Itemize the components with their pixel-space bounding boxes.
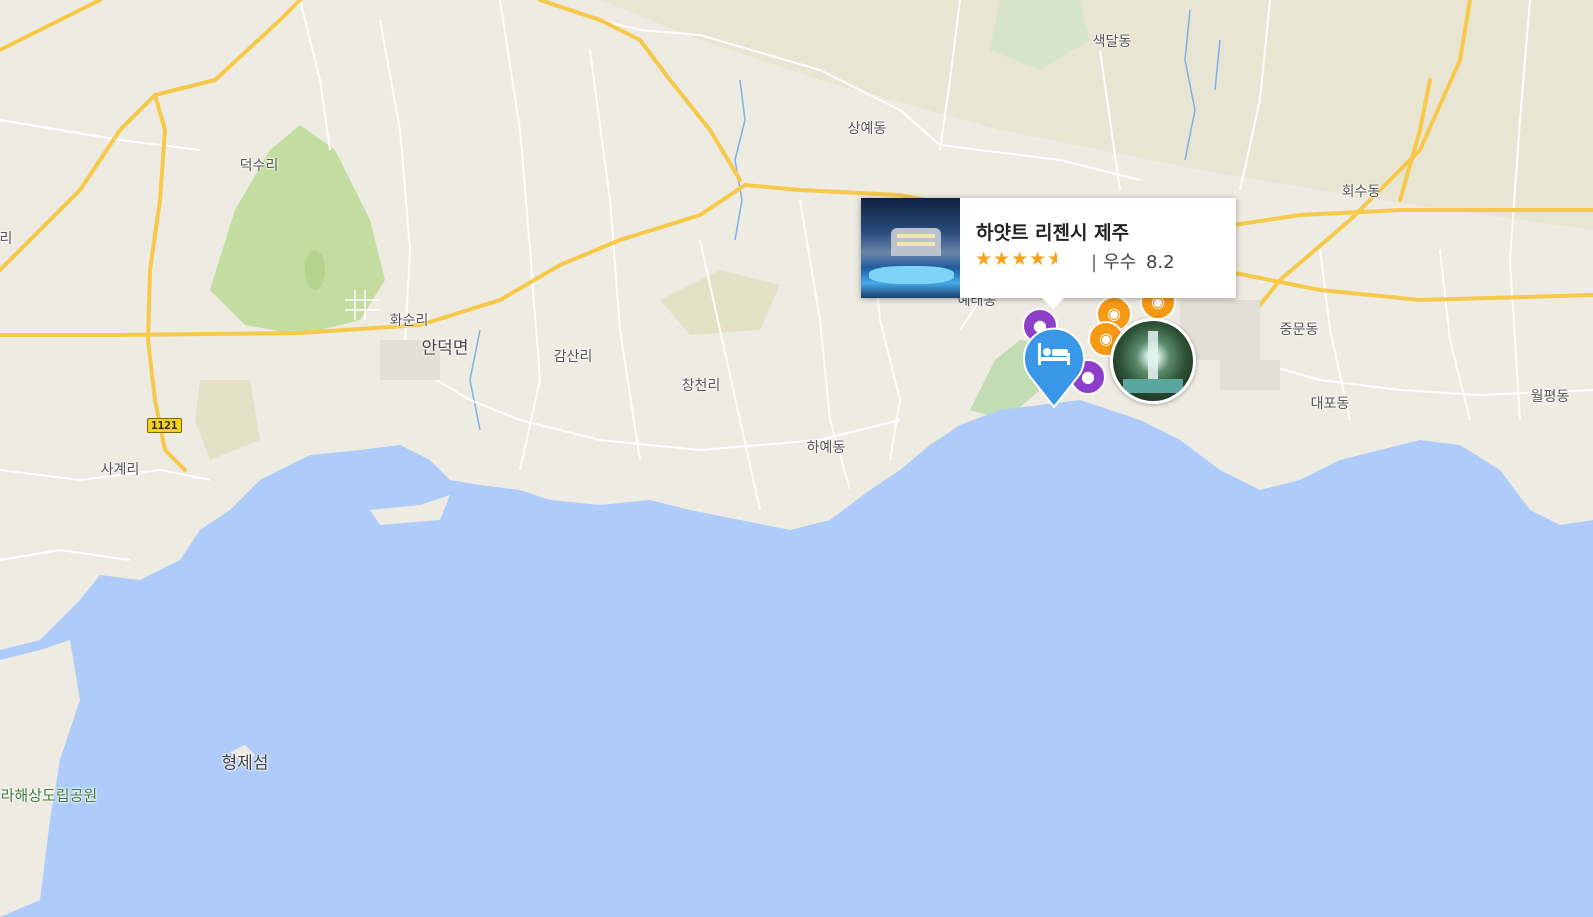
label-hoesu: 회수동 — [1341, 184, 1381, 200]
star-rating-icon: ★★★★★ — [975, 248, 1058, 270]
label-sagye: 사계리 — [100, 462, 140, 478]
hotel-info-popup[interactable]: 하얏트 리젠시 제주 ★★★★★ | 우수 8.2 — [861, 198, 1236, 309]
rating-label: 우수 — [1103, 252, 1137, 273]
label-saekdal: 색달동 — [1092, 34, 1132, 50]
waterfall-photo-icon[interactable] — [1110, 318, 1196, 404]
hotel-pin[interactable] — [1022, 327, 1086, 409]
label-changcheon: 창천리 — [681, 378, 721, 394]
map-canvas[interactable] — [0, 0, 1593, 917]
label-sangye: 상예동 — [847, 121, 887, 137]
label-gamsan: 감산리 — [553, 349, 593, 365]
rating-score: 8.2 — [1145, 252, 1175, 273]
label-daepo: 대포동 — [1310, 396, 1350, 412]
rating-text: | 우수 8.2 — [1091, 248, 1175, 274]
label-jungmun: 중문동 — [1279, 322, 1319, 338]
label-edge-left: 리 — [0, 231, 13, 247]
label-haye: 하예동 — [806, 440, 846, 456]
label-andeok: 안덕면 — [421, 338, 469, 359]
label-hyeongje: 형제섬 — [221, 753, 269, 774]
label-wolpyeong: 월평동 — [1530, 389, 1570, 405]
label-marine-park: 마라해상도립공원 — [0, 786, 98, 805]
rating-separator: | — [1091, 252, 1098, 273]
label-hwasun: 화순리 — [389, 313, 429, 329]
route-shield: 1121 — [147, 418, 182, 433]
label-deoksu: 덕수리 — [239, 158, 279, 174]
hotel-title[interactable]: 하얏트 리젠시 제주 — [976, 218, 1129, 245]
hotel-thumbnail[interactable] — [861, 198, 960, 298]
bed-icon — [1036, 341, 1072, 367]
